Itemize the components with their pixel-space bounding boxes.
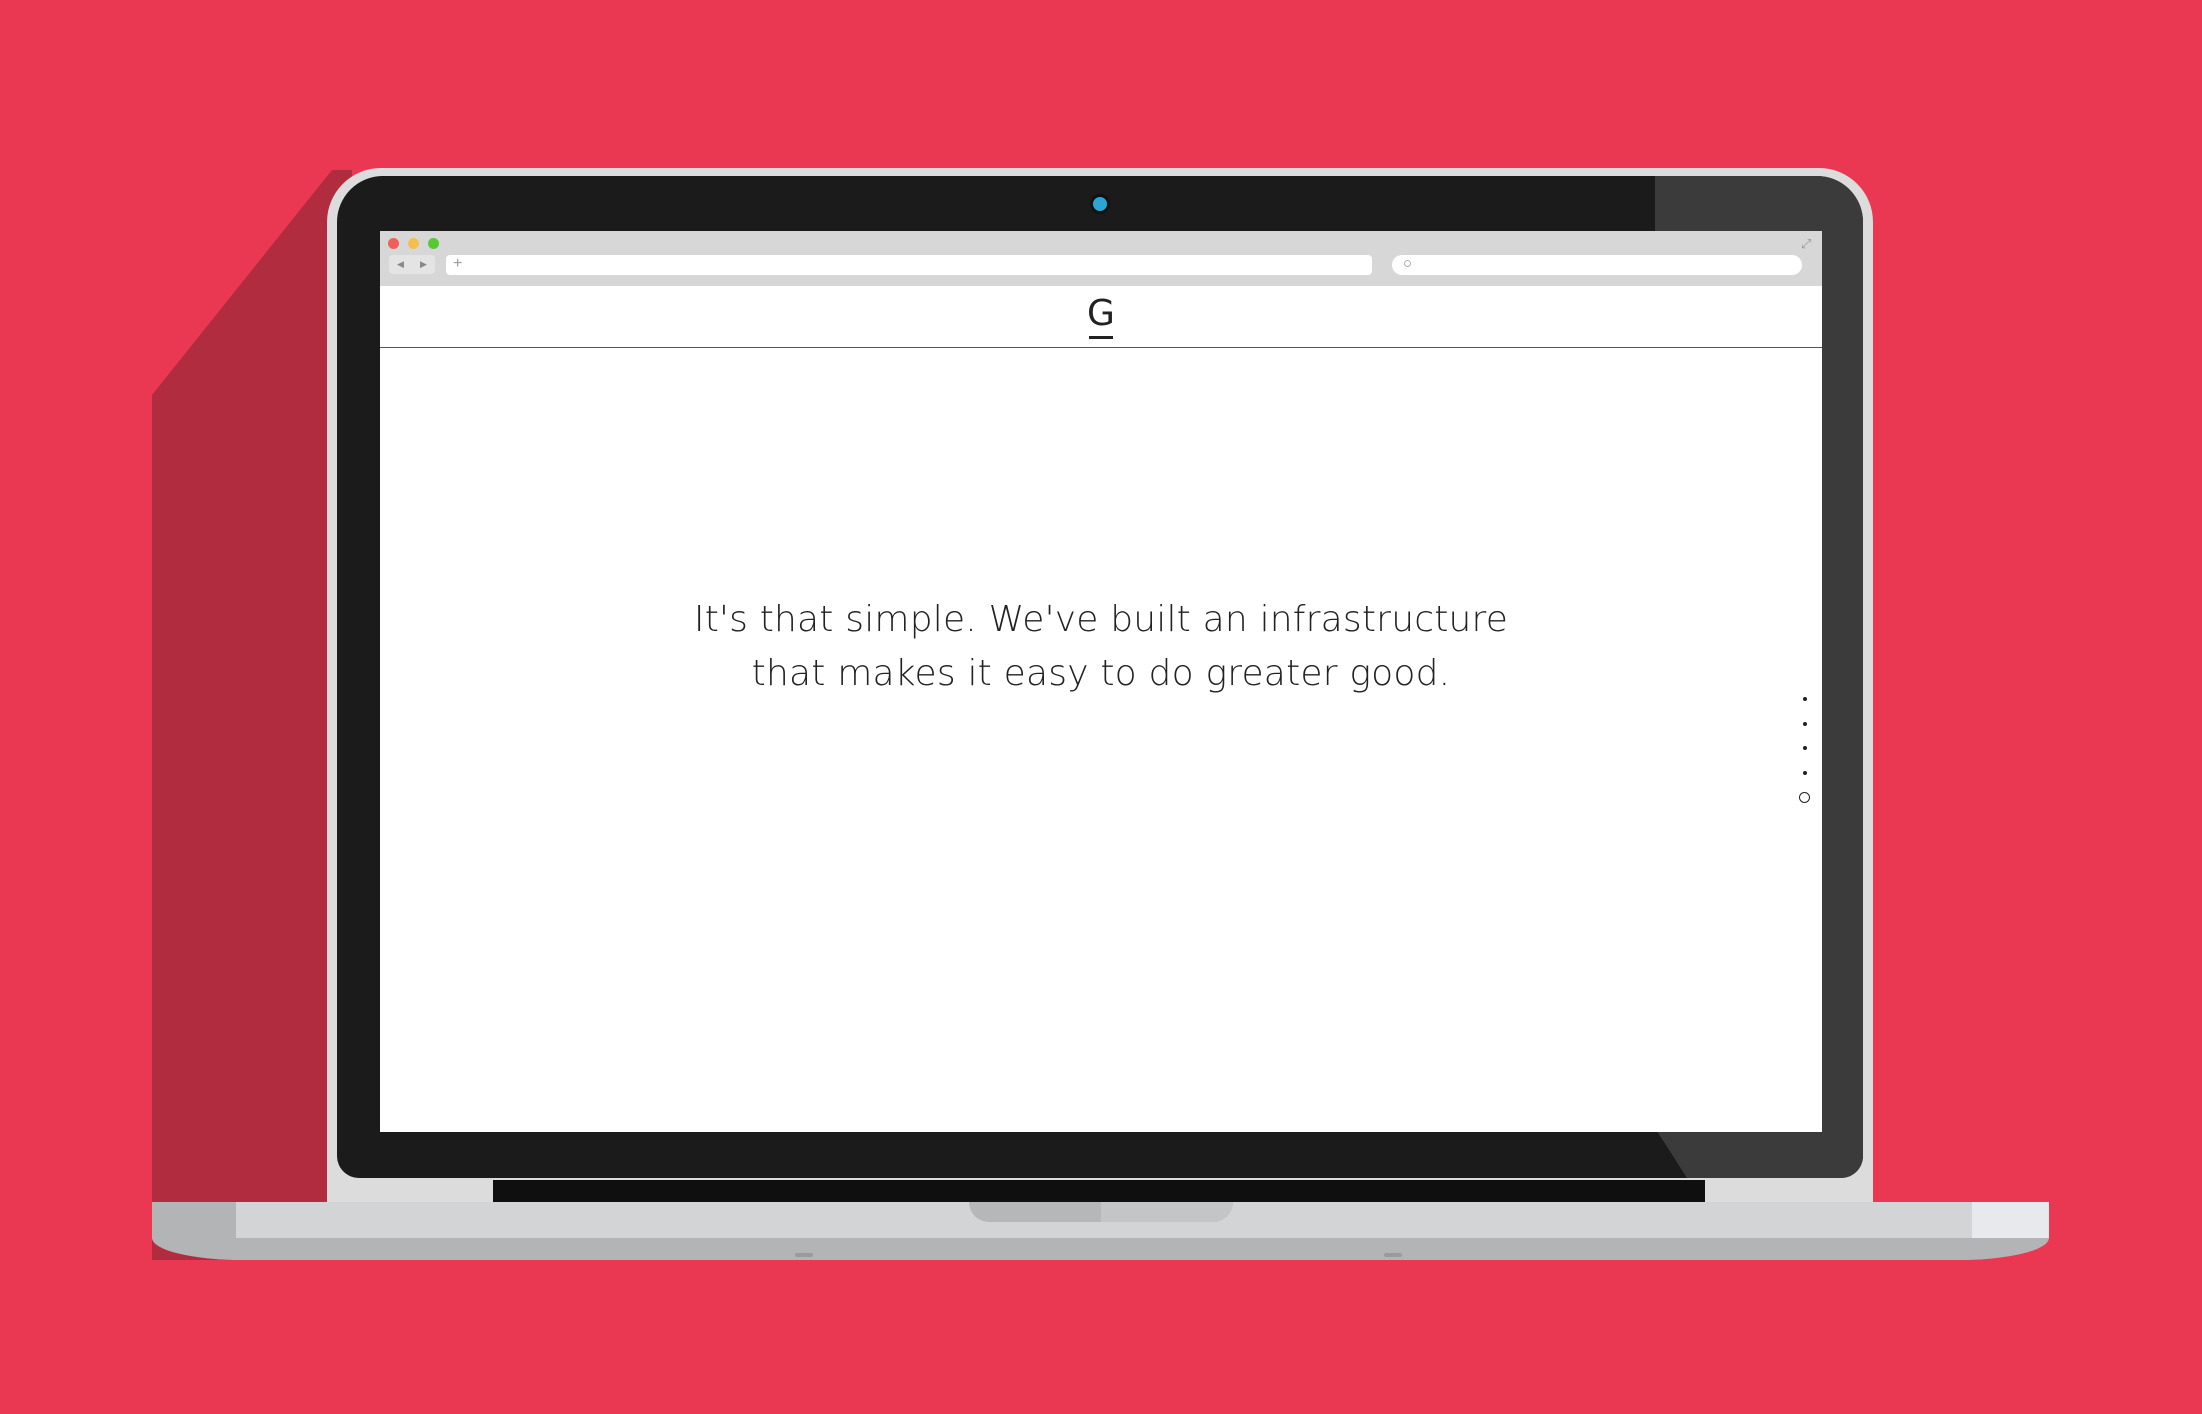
laptop-base-right-edge: [1972, 1202, 2049, 1238]
pager-dot-active[interactable]: [1799, 792, 1810, 803]
hero-headline: It's that simple. We've built an infrast…: [380, 593, 1822, 701]
search-icon: [1404, 260, 1411, 267]
section-pager: [1798, 697, 1812, 807]
logo-underline: [1089, 336, 1113, 339]
scene: ◀ ▶ + ⤢ G It's that simple. We've built …: [0, 0, 2202, 1414]
laptop-foot-left: [795, 1253, 813, 1257]
pager-dot[interactable]: [1803, 746, 1807, 750]
laptop-base-bottom: [152, 1238, 2049, 1260]
laptop-hinge: [493, 1180, 1705, 1202]
headline-line-2: that makes it easy to do greater good.: [751, 653, 1451, 694]
laptop-base-left-edge: [152, 1202, 236, 1238]
laptop-foot-right: [1384, 1253, 1402, 1257]
pager-dot[interactable]: [1803, 770, 1807, 775]
browser-window: ◀ ▶ + ⤢ G It's that simple. We've built …: [380, 231, 1822, 1132]
webcam: [1093, 197, 1107, 211]
close-window-button[interactable]: [388, 238, 399, 249]
forward-icon[interactable]: ▶: [420, 259, 427, 270]
site-logo[interactable]: G: [380, 294, 1822, 334]
back-icon[interactable]: ◀: [397, 259, 404, 270]
site-header: G: [380, 286, 1822, 348]
headline-line-1: It's that simple. We've built an infrast…: [693, 599, 1509, 640]
search-field[interactable]: [1392, 255, 1802, 275]
minimize-window-button[interactable]: [408, 238, 419, 249]
address-bar[interactable]: +: [446, 255, 1372, 275]
fullscreen-icon[interactable]: ⤢: [1801, 237, 1811, 250]
pager-dot[interactable]: [1803, 721, 1807, 726]
zoom-window-button[interactable]: [428, 238, 439, 249]
pager-dot[interactable]: [1803, 697, 1807, 701]
browser-toolbar: ◀ ▶ + ⤢: [380, 231, 1822, 286]
trackpad-notch-shade: [1101, 1202, 1233, 1222]
new-tab-icon[interactable]: +: [453, 254, 462, 274]
nav-buttons: ◀ ▶: [389, 255, 435, 274]
